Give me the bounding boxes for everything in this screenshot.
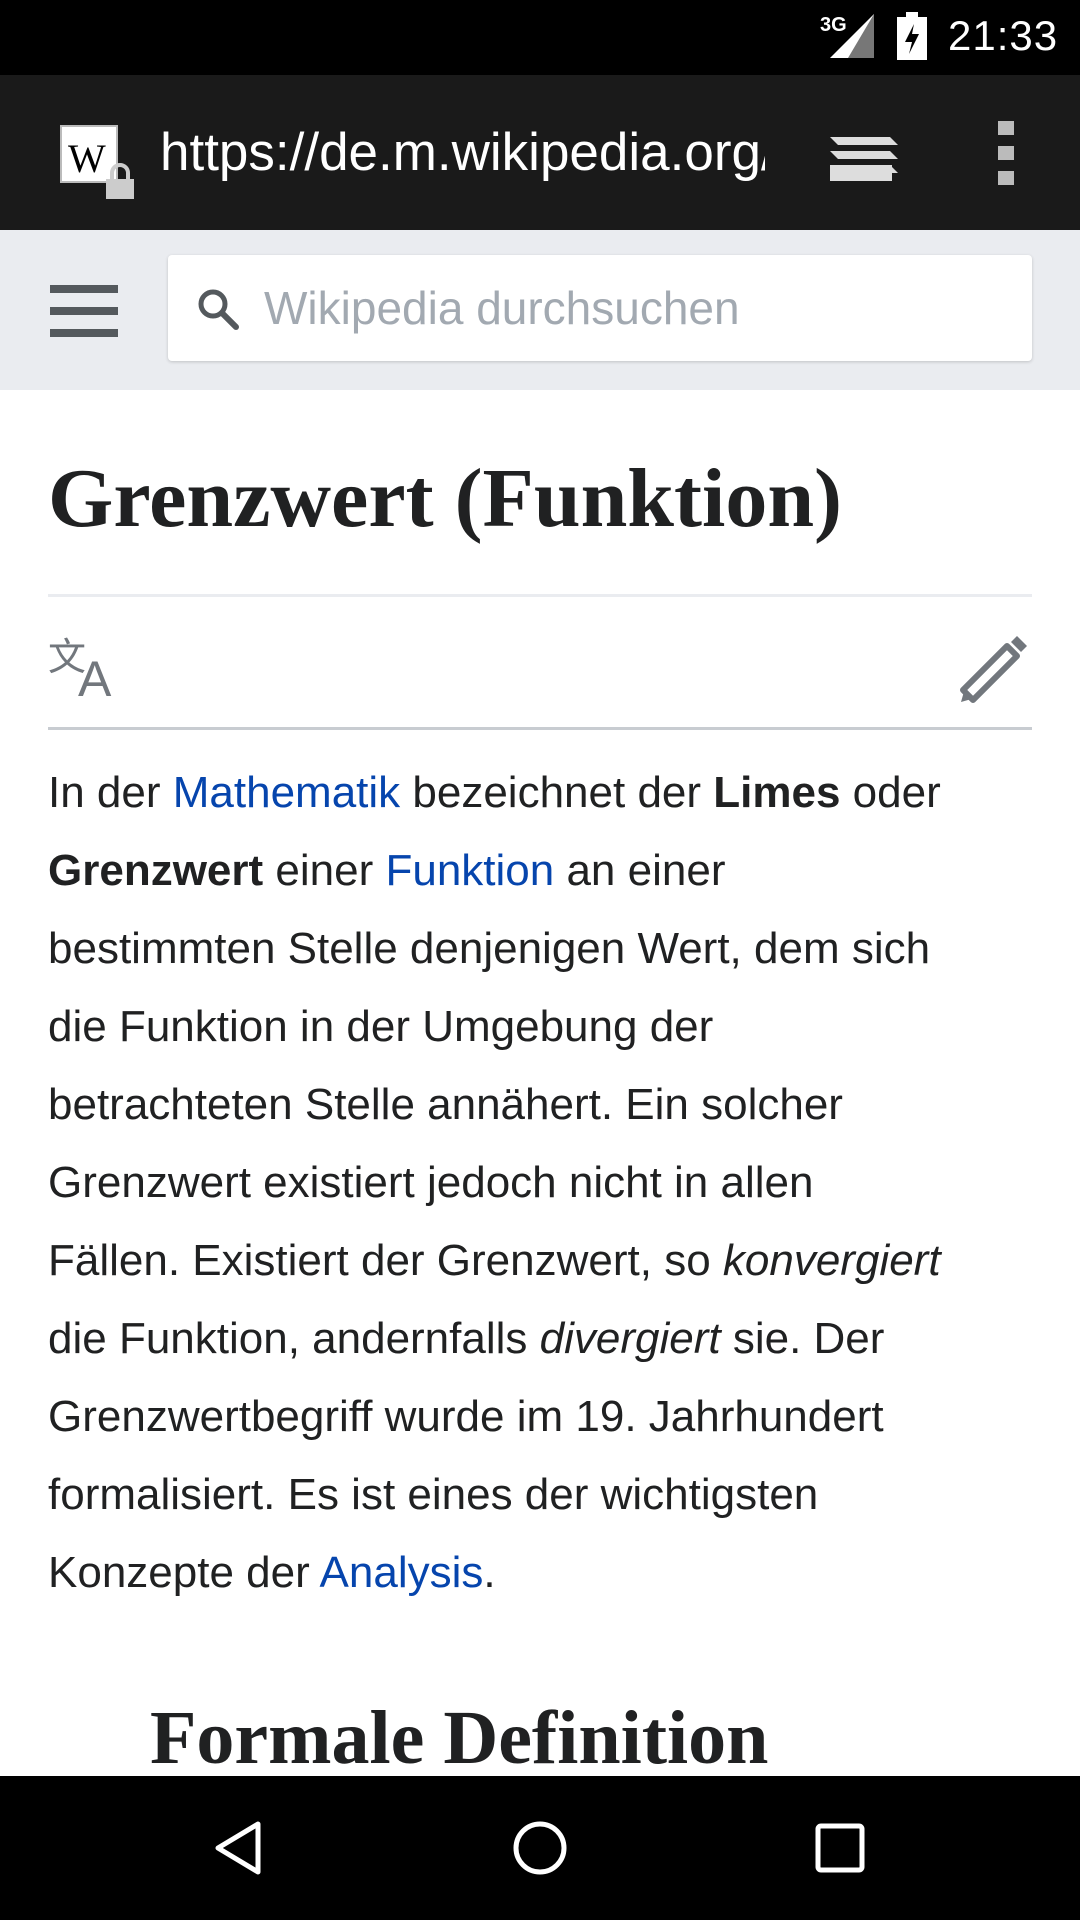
search-input[interactable]: Wikipedia durchsuchen [168, 255, 1032, 361]
paragraph-line: Fällen. Existiert der Grenzwert, so konv… [48, 1222, 1048, 1300]
paragraph-line: Grenzwert einer Funktion an einer [48, 832, 1048, 910]
text-run: Fällen. Existiert der Grenzwert, so [48, 1236, 723, 1285]
site-security-button[interactable]: W [60, 125, 134, 199]
status-bar: 3G 21:33 [0, 0, 1080, 75]
edit-pencil-icon[interactable] [955, 630, 1030, 705]
text-run: an einer [554, 846, 726, 895]
toolbar-divider [48, 727, 1032, 730]
svg-text:A: A [78, 651, 112, 700]
text-run: oder [840, 768, 941, 817]
paragraph-line: die Funktion, andernfalls divergiert sie… [48, 1300, 1048, 1378]
wiki-header: Wikipedia durchsuchen [0, 230, 1080, 390]
battery-icon [897, 12, 927, 60]
bold-term: Grenzwert [48, 846, 264, 895]
paragraph-line: formalisiert. Es ist eines der wichtigst… [48, 1456, 1048, 1534]
bold-term: Limes [713, 768, 841, 817]
lock-icon [106, 163, 134, 199]
text-run: . [483, 1548, 496, 1597]
paragraph-line: betrachteten Stelle annähert. Ein solche… [48, 1066, 1048, 1144]
text-run: formalisiert. Es ist eines der wichtigst… [48, 1470, 819, 1519]
italic-term: divergiert [539, 1314, 721, 1363]
recents-icon[interactable] [810, 1818, 870, 1878]
page-title: Grenzwert (Funktion) [48, 452, 843, 545]
browser-toolbar: W https://de.m.wikipedia.org/wiki/Grenzw… [0, 75, 1080, 230]
signal-icon [830, 14, 874, 58]
title-divider [48, 594, 1032, 597]
text-run: sie. Der [720, 1314, 885, 1363]
home-icon[interactable] [510, 1818, 570, 1878]
paragraph-line: Grenzwertbegriff wurde im 19. Jahrhunder… [48, 1378, 1048, 1456]
article-link[interactable]: Mathematik [173, 768, 400, 817]
search-icon [198, 289, 239, 330]
paragraph-line: Grenzwert existiert jedoch nicht in alle… [48, 1144, 1048, 1222]
search-placeholder: Wikipedia durchsuchen [264, 282, 740, 334]
text-run: In der [48, 768, 173, 817]
paragraph-line: die Funktion in der Umgebung der [48, 988, 1048, 1066]
text-run: die Funktion, andernfalls [48, 1314, 540, 1363]
nav-bar [0, 1776, 1080, 1920]
text-run: Grenzwert existiert jedoch nicht in alle… [48, 1158, 814, 1207]
article-link[interactable]: Analysis [320, 1548, 484, 1597]
url-bar[interactable]: https://de.m.wikipedia.org/wiki/Grenzwer… [160, 123, 765, 183]
intro-paragraph: In der Mathematik bezeichnet der Limes o… [48, 754, 1048, 1612]
language-icon[interactable]: 文 A [48, 630, 128, 700]
article-content: Grenzwert (Funktion) 文 A In der Mathemat… [0, 390, 1080, 1776]
tabs-icon[interactable] [828, 125, 900, 183]
paragraph-line: bestimmten Stelle denjenigen Wert, dem s… [48, 910, 1048, 988]
text-run: die Funktion in der Umgebung der [48, 1002, 714, 1051]
paragraph-line: In der Mathematik bezeichnet der Limes o… [48, 754, 1048, 832]
text-run: bezeichnet der [400, 768, 714, 817]
paragraph-line: Konzepte der Analysis. [48, 1534, 1048, 1612]
text-run: einer [263, 846, 386, 895]
back-icon[interactable] [210, 1818, 270, 1878]
text-run: Grenzwertbegriff wurde im 19. Jahrhunder… [48, 1392, 884, 1441]
overflow-menu-icon[interactable] [996, 119, 1020, 187]
hamburger-icon[interactable] [50, 285, 118, 337]
italic-term: konvergiert [722, 1236, 941, 1285]
text-run: Konzepte der [48, 1548, 320, 1597]
text-run: bestimmten Stelle denjenigen Wert, dem s… [48, 924, 931, 973]
text-run: betrachteten Stelle annähert. Ein solche… [48, 1080, 843, 1129]
section-heading: Formale Definition [150, 1696, 769, 1776]
article-link[interactable]: Funktion [385, 846, 554, 895]
clock: 21:33 [948, 12, 1059, 59]
